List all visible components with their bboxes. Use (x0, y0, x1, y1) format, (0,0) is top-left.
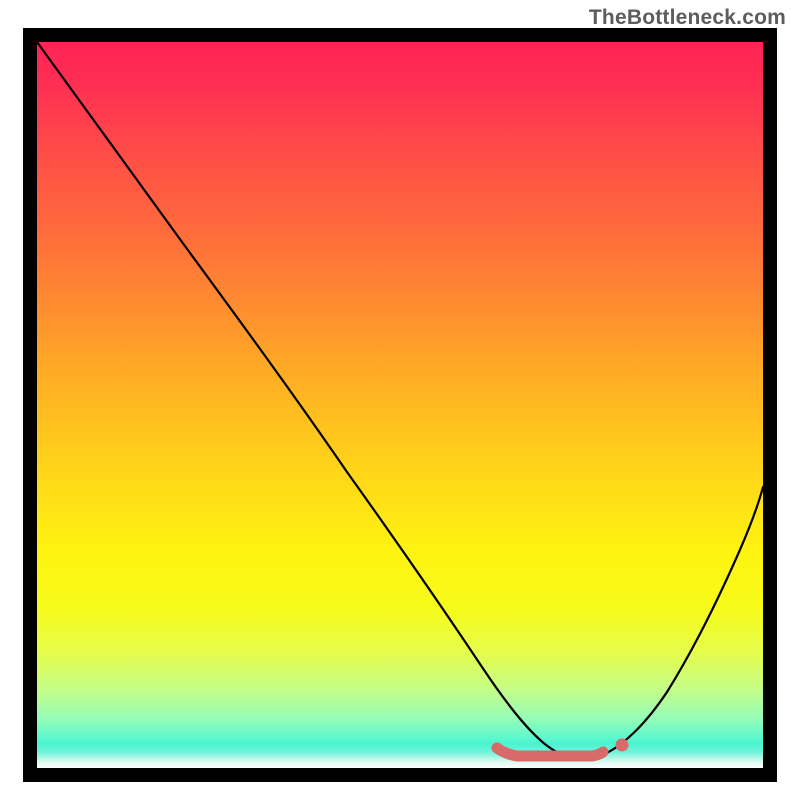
bottleneck-curve-svg (37, 42, 763, 768)
bottleneck-curve-path (37, 42, 763, 758)
watermark-text: TheBottleneck.com (589, 6, 786, 30)
optimal-point-dot (616, 739, 629, 752)
plot-border (23, 28, 777, 782)
optimal-range-marker (497, 748, 603, 756)
chart-frame: TheBottleneck.com (0, 0, 800, 800)
plot-area (37, 42, 763, 768)
